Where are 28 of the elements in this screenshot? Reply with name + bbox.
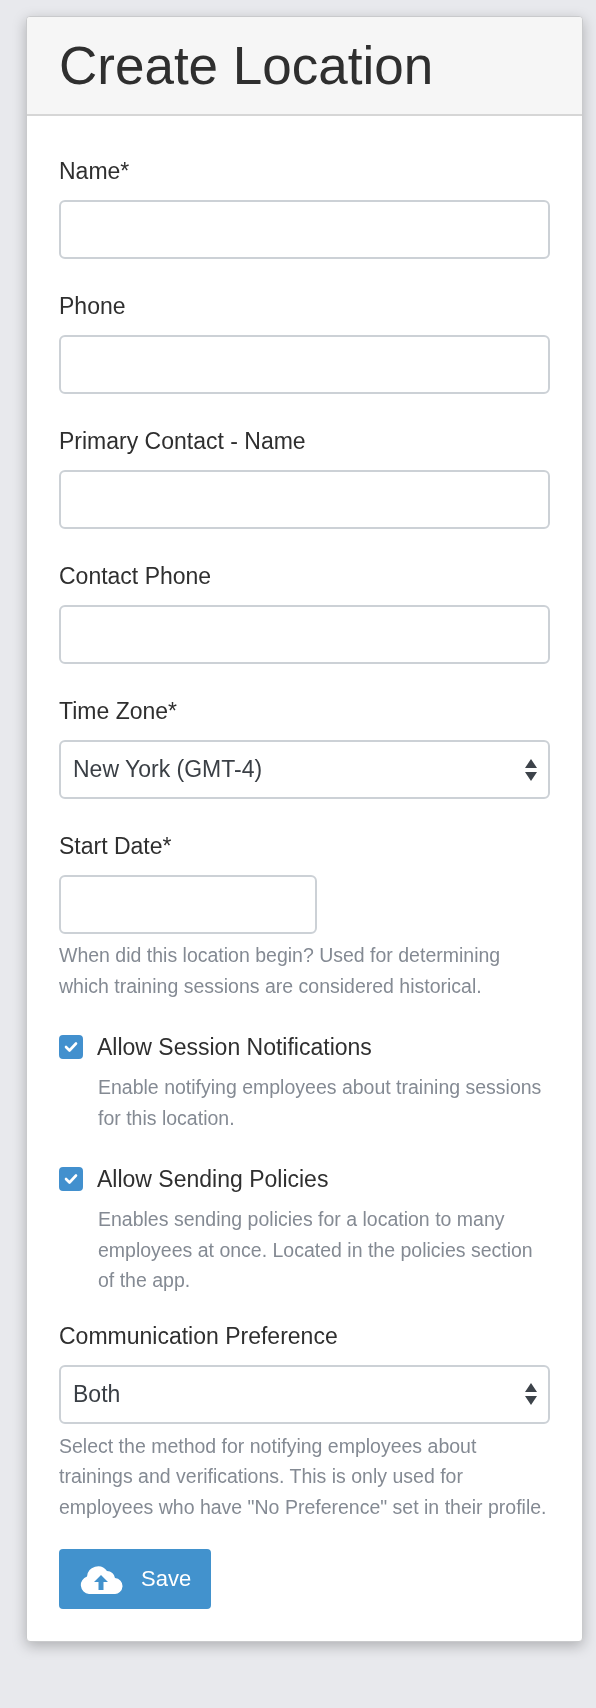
date-field[interactable] xyxy=(59,875,317,934)
input-field[interactable] xyxy=(59,470,550,529)
input-field[interactable] xyxy=(59,200,550,259)
check-icon xyxy=(64,1173,78,1185)
checkbox[interactable] xyxy=(59,1035,83,1059)
help-text: Select the method for notifying employees about trainings and verifications. This is only used for employees who have "No Preference" set in their profile. xyxy=(59,1433,548,1520)
checkbox[interactable] xyxy=(59,1167,83,1191)
field-label: Communication Preference xyxy=(59,1321,338,1351)
field-label: Start Date* xyxy=(59,832,172,861)
form-title: Create Location xyxy=(59,39,434,92)
help-text: Enable notifying employees about training sessions for this location. xyxy=(98,1075,543,1131)
select-arrows-icon xyxy=(524,757,538,782)
checkbox-label: Allow Sending Policies xyxy=(97,1165,329,1193)
field-label: Phone xyxy=(59,292,126,321)
input-field[interactable] xyxy=(59,605,550,664)
check-icon xyxy=(64,1041,78,1053)
help-text: Enables sending policies for a location to many employees at once. Located in the policies section of the app. xyxy=(98,1207,534,1293)
field-label: Time Zone* xyxy=(59,697,178,726)
field-label: Primary Contact - Name xyxy=(59,427,306,456)
select-field[interactable]: New York (GMT-4) xyxy=(59,740,550,799)
select-field[interactable]: Both xyxy=(59,1364,550,1424)
help-text: When did this location begin? Used for determining which training sessions are considered historical. xyxy=(59,943,502,999)
field-label: Contact Phone xyxy=(59,562,212,591)
input-field[interactable] xyxy=(59,335,550,394)
select-arrows-icon xyxy=(524,1382,538,1406)
cloud-upload-icon xyxy=(79,1564,123,1594)
checkbox-label: Allow Session Notifications xyxy=(97,1033,372,1061)
field-label: Name* xyxy=(59,157,130,186)
